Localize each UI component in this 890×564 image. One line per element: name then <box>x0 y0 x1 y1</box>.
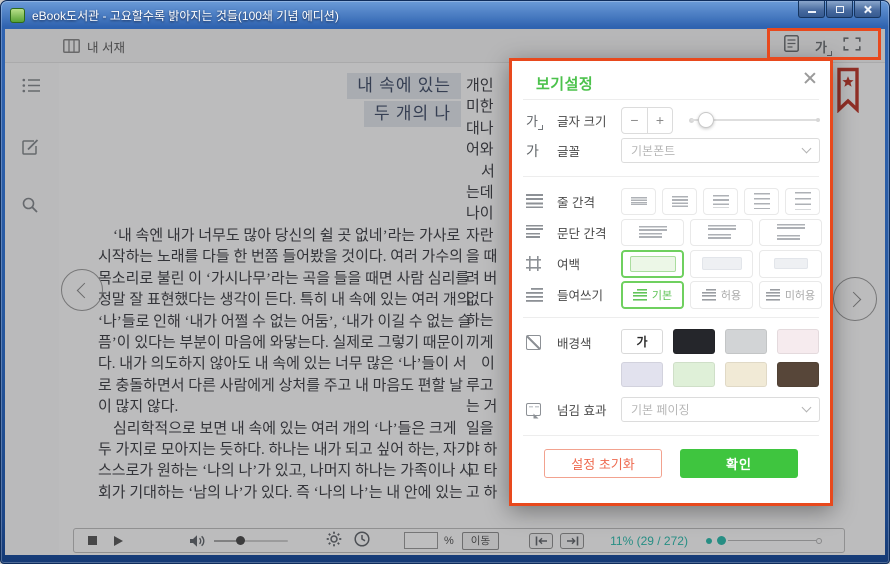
background-color-swatches: 가 <box>621 329 820 387</box>
background-color-icon <box>526 335 541 350</box>
maximize-icon <box>836 6 844 13</box>
bg-swatch-green[interactable] <box>673 362 715 387</box>
font-family-icon: 가 <box>526 141 539 161</box>
paragraph-spacing-label: 문단 간격 <box>557 223 606 242</box>
line-spacing-option-3[interactable] <box>703 188 738 215</box>
background-color-label: 배경색 <box>557 333 592 352</box>
paragraph-spacing-options <box>621 219 822 246</box>
bg-swatch-white[interactable]: 가 <box>621 329 663 354</box>
paragraph-spacing-row: 문단 간격 <box>526 218 820 246</box>
line-spacing-option-1[interactable] <box>621 188 656 215</box>
page-effect-label: 넘김 효과 <box>557 400 606 419</box>
font-size-label: 글자 크기 <box>557 111 606 130</box>
window-title: eBook도서관 - 고요할수록 밝아지는 것들(100쇄 기념 에디션) <box>32 7 339 24</box>
font-family-row: 가 글꼴 기본폰트 <box>526 138 820 163</box>
page-effect-row: 넘김 효과 기본 페이징 <box>526 397 820 422</box>
maximize-button[interactable] <box>826 1 853 18</box>
paragraph-spacing-icon <box>526 225 543 239</box>
font-family-dropdown[interactable]: 기본폰트 <box>621 138 820 163</box>
font-size-slider-thumb[interactable] <box>698 112 714 128</box>
page-effect-icon <box>526 403 541 416</box>
font-size-slider[interactable] <box>689 107 820 133</box>
margin-row: 여백 <box>526 249 820 278</box>
line-spacing-icon <box>526 194 543 208</box>
line-spacing-option-5[interactable] <box>785 188 820 215</box>
font-family-value: 기본폰트 <box>631 142 675 159</box>
indent-icon <box>526 288 543 302</box>
confirm-button[interactable]: 확인 <box>680 449 798 478</box>
indent-label: 들여쓰기 <box>557 285 603 304</box>
paragraph-spacing-option-2[interactable] <box>690 219 753 246</box>
app-logo-icon <box>10 8 25 23</box>
margin-option-small-selected[interactable] <box>621 250 684 278</box>
paragraph-spacing-option-3[interactable] <box>759 219 822 246</box>
font-size-stepper: − + <box>621 107 673 134</box>
margin-option-large[interactable] <box>759 250 822 278</box>
chevron-down-icon <box>802 403 812 413</box>
minimize-icon <box>808 11 816 13</box>
indent-option-allow[interactable]: 허용 <box>690 281 753 309</box>
app-window: eBook도서관 - 고요할수록 밝아지는 것들(100쇄 기념 에디션) 내 … <box>0 0 890 564</box>
panel-footer: 설정 초기화 확인 <box>512 449 830 478</box>
margin-icon <box>526 256 541 271</box>
margin-label: 여백 <box>557 254 580 273</box>
reset-settings-button[interactable]: 설정 초기화 <box>544 449 662 478</box>
chevron-down-icon <box>802 144 812 154</box>
margin-option-medium[interactable] <box>690 250 753 278</box>
view-settings-panel: 보기설정 가 글자 크기 − + 가 글꼴 기본폰트 <box>509 58 833 506</box>
font-size-decrease-button[interactable]: − <box>622 108 647 133</box>
page-effect-dropdown[interactable]: 기본 페이징 <box>621 397 820 422</box>
bg-swatch-brown[interactable] <box>777 362 819 387</box>
titlebar: eBook도서관 - 고요할수록 밝아지는 것들(100쇄 기념 에디션) <box>1 1 889 29</box>
bg-swatch-pink[interactable] <box>777 329 819 354</box>
font-family-label: 글꼴 <box>557 141 580 160</box>
indent-option-disallow[interactable]: 미허용 <box>759 281 822 309</box>
window-controls <box>797 1 881 18</box>
font-size-increase-button[interactable]: + <box>647 108 672 133</box>
page-effect-value: 기본 페이징 <box>631 401 690 418</box>
bg-swatch-lavender[interactable] <box>621 362 663 387</box>
paragraph-spacing-option-1[interactable] <box>621 219 684 246</box>
background-color-row: 배경색 가 <box>526 329 820 387</box>
margin-options <box>621 250 822 278</box>
line-spacing-option-4[interactable] <box>744 188 779 215</box>
close-button[interactable] <box>854 1 881 18</box>
line-spacing-options <box>621 188 820 215</box>
minimize-button[interactable] <box>798 1 825 18</box>
line-spacing-row: 줄 간격 <box>526 187 820 215</box>
close-icon <box>863 5 872 14</box>
annotation-highlight-box <box>767 28 881 60</box>
bg-swatch-cream[interactable] <box>725 362 767 387</box>
panel-close-button[interactable] <box>803 71 817 85</box>
bg-swatch-black[interactable] <box>673 329 715 354</box>
line-spacing-option-2[interactable] <box>662 188 697 215</box>
indent-row: 들여쓰기 기본 허용 미허용 <box>526 280 820 309</box>
panel-title: 보기설정 <box>536 73 593 94</box>
swatch-text: 가 <box>636 333 647 350</box>
font-size-icon: 가 <box>526 111 538 130</box>
font-size-row: 가 글자 크기 − + <box>526 107 820 133</box>
indent-option-default-selected[interactable]: 기본 <box>621 281 684 309</box>
indent-options: 기본 허용 미허용 <box>621 281 822 309</box>
bg-swatch-gray[interactable] <box>725 329 767 354</box>
line-spacing-label: 줄 간격 <box>557 192 595 211</box>
